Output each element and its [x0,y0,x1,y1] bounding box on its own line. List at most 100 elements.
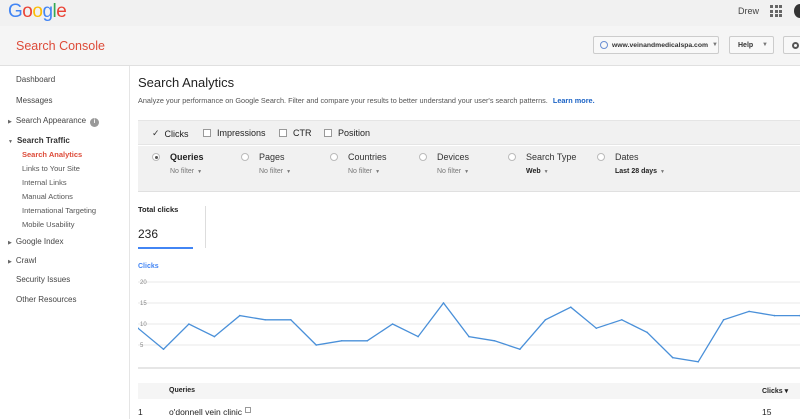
sidebar-item-mobile-usability[interactable]: Mobile Usability [22,220,75,229]
data-point[interactable] [493,340,496,342]
sidebar-item-search-analytics[interactable]: Search Analytics [22,150,82,159]
external-link-icon[interactable] [244,407,251,413]
radio-button[interactable] [508,153,516,161]
data-point[interactable] [366,340,368,342]
filter-dropdown[interactable]: Last 28 days ▼ [615,168,665,175]
sidebar-item-label: Crawl [15,256,37,265]
group-label: Devices [437,152,470,162]
y-tick-label: 15 [140,301,147,307]
avatar[interactable] [794,4,800,18]
data-point[interactable] [264,319,267,321]
clicks-line-chart[interactable]: 20 15 10 5 [138,276,800,372]
group-by-bar: Queries No filter ▼ Pages No filter ▼ Coun… [138,146,800,192]
data-point[interactable] [468,335,470,338]
apps-grid-icon[interactable] [770,5,782,17]
settings-button[interactable] [783,36,800,54]
table-header: Queries Clicks ▾ [138,383,800,399]
chevron-down-icon: ▼ [543,169,549,175]
globe-icon [600,41,608,49]
google-logo[interactable]: Google [8,1,67,23]
data-point[interactable] [290,319,292,321]
data-point[interactable] [239,314,241,317]
data-point[interactable] [188,323,190,325]
total-clicks-card[interactable]: Total clicks 236 [138,205,193,249]
data-point[interactable] [748,310,750,313]
row-query[interactable]: o'donnell vein clinic [169,407,251,417]
chevron-down-icon: ▼ [712,42,718,48]
data-point[interactable] [213,335,216,338]
chevron-down-icon: ▼ [375,169,381,175]
group-label: Queries [170,152,204,162]
column-header-clicks[interactable]: Clicks ▾ [762,387,788,395]
data-point[interactable] [315,344,317,346]
clicks-series-line[interactable] [138,301,800,363]
checkbox[interactable] [203,129,211,137]
data-point[interactable] [519,348,521,350]
logo-letter: G [8,1,23,22]
filter-dropdown[interactable]: No filter ▼ [348,168,387,175]
group-countries[interactable]: Countries No filter ▼ [330,152,387,175]
data-point[interactable] [697,361,699,363]
checkbox[interactable] [279,129,287,137]
filter-dropdown[interactable]: No filter ▼ [170,168,204,175]
group-dates[interactable]: Dates Last 28 days ▼ [597,152,665,175]
sidebar-item-security-issues[interactable]: Security Issues [16,275,70,284]
y-tick-label: 5 [140,343,144,349]
group-queries[interactable]: Queries No filter ▼ [152,152,204,175]
data-point[interactable] [340,340,343,342]
radio-button[interactable] [241,153,249,161]
data-point[interactable] [722,319,725,321]
sidebar-item-dashboard[interactable]: Dashboard [16,75,55,84]
data-point[interactable] [595,327,598,329]
console-header: Search Console www.veinandmedicalspa.com… [0,26,800,66]
data-point[interactable] [417,335,419,338]
filter-dropdown[interactable]: No filter ▼ [259,168,291,175]
sidebar-item-links-to-your-site[interactable]: Links to Your Site [22,164,80,173]
data-point[interactable] [773,314,776,317]
sidebar-item-crawl[interactable]: ▶ Crawl [8,256,36,265]
expand-arrow-icon: ▶ [8,240,12,246]
sidebar-item-messages[interactable]: Messages [16,96,52,105]
sidebar-item-google-index[interactable]: ▶ Google Index [8,237,63,246]
metric-position-toggle[interactable]: Position [324,128,370,138]
radio-button[interactable] [152,153,160,161]
radio-button[interactable] [597,153,605,161]
filter-value: No filter [259,168,284,175]
data-point[interactable] [391,323,394,325]
sidebar-item-search-traffic[interactable]: ▼ Search Traffic [8,136,70,145]
metric-ctr-toggle[interactable]: CTR [279,128,312,138]
data-point[interactable] [621,319,623,321]
metric-impressions-toggle[interactable]: Impressions [203,128,266,138]
filter-value: No filter [348,168,373,175]
column-header-queries[interactable]: Queries [169,387,195,394]
data-point[interactable] [162,348,165,350]
filter-dropdown[interactable]: No filter ▼ [437,168,469,175]
info-icon[interactable]: i [90,118,100,127]
data-point[interactable] [570,306,572,308]
data-point[interactable] [646,331,648,334]
data-point[interactable] [544,319,547,321]
divider [205,206,206,248]
radio-button[interactable] [419,153,427,161]
sidebar-item-search-appearance[interactable]: ▶ Search Appearance i [8,116,100,127]
filter-dropdown[interactable]: Web ▼ [526,168,576,175]
sidebar-item-internal-links[interactable]: Internal Links [22,178,67,187]
sidebar-item-manual-actions[interactable]: Manual Actions [22,192,73,201]
metric-clicks-toggle[interactable]: ✓ Clicks [152,128,189,139]
chevron-down-icon: ▼ [197,169,203,175]
app-title[interactable]: Search Console [16,39,105,53]
site-selector[interactable]: www.veinandmedicalspa.com ▼ [593,36,719,54]
data-point[interactable] [442,302,445,304]
radio-button[interactable] [330,153,338,161]
group-pages[interactable]: Pages No filter ▼ [241,152,291,175]
user-name[interactable]: Drew [738,6,759,16]
group-label: Pages [259,152,285,162]
group-devices[interactable]: Devices No filter ▼ [419,152,469,175]
learn-more-link[interactable]: Learn more. [553,96,595,105]
sidebar-item-other-resources[interactable]: Other Resources [16,295,76,304]
group-search-type[interactable]: Search Type Web ▼ [508,152,576,175]
help-button[interactable]: Help ▼ [729,36,774,54]
checkbox[interactable] [324,129,332,137]
sidebar-item-international-targeting[interactable]: International Targeting [22,206,96,215]
data-point[interactable] [671,356,674,359]
